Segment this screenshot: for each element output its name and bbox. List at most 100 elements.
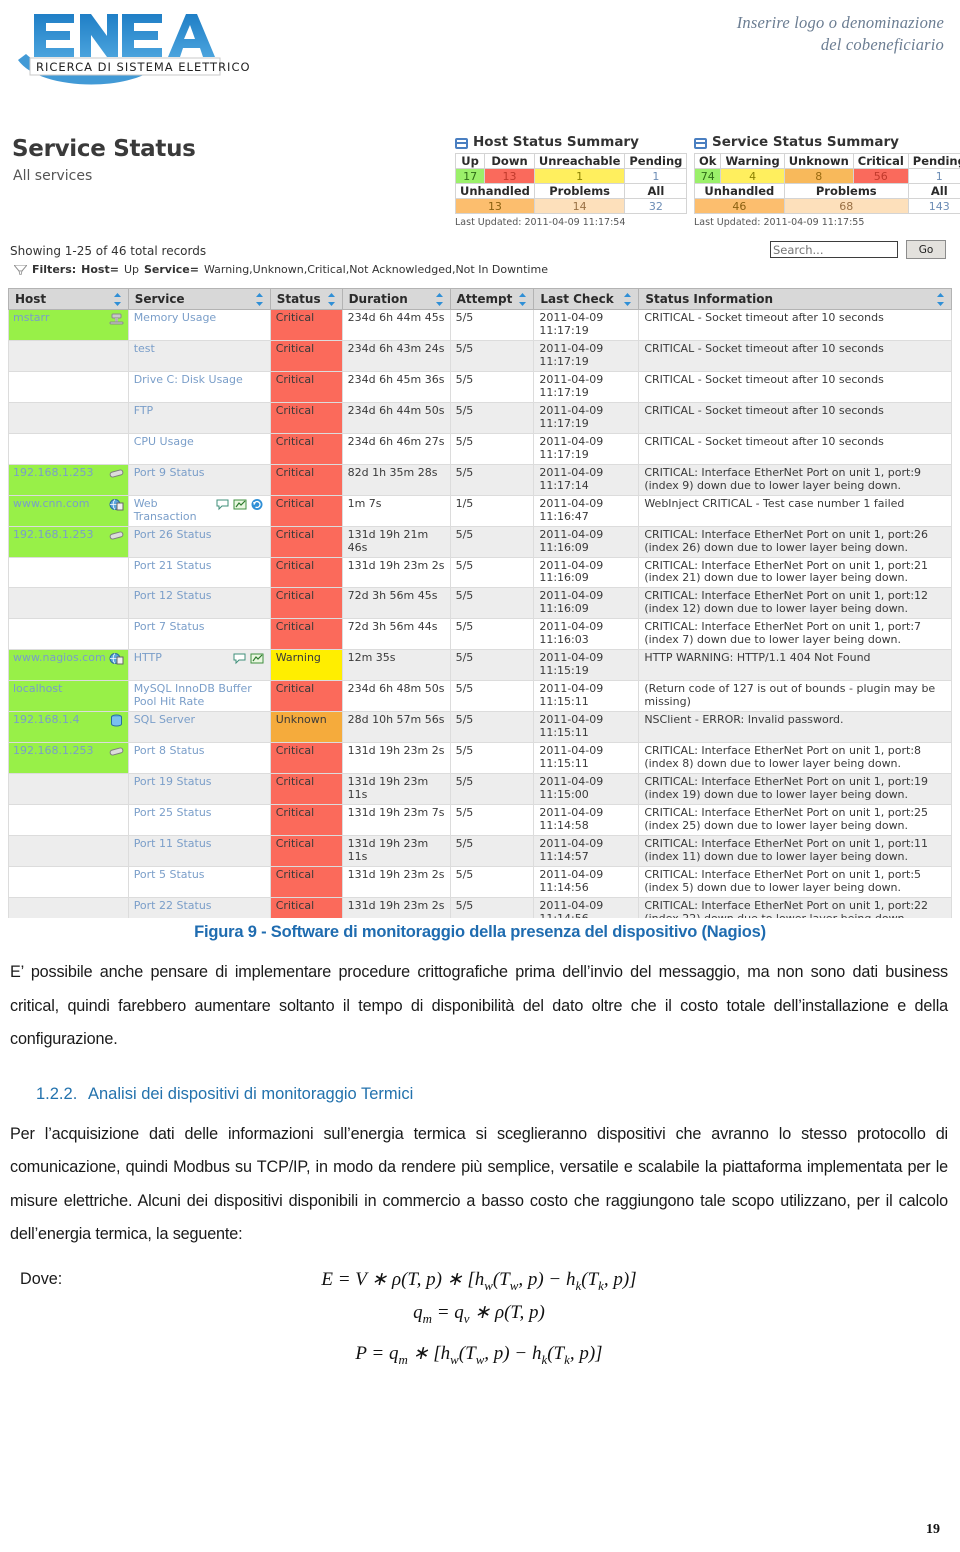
service-name-link[interactable]: Port 21 Status: [134, 559, 212, 573]
column-header-duration[interactable]: Duration: [341, 288, 451, 310]
host-name-link[interactable]: mstarr: [13, 311, 49, 325]
table-row[interactable]: www.nagios.com HTTP Warning 12m 35s 5/5 2011-…: [8, 649, 952, 682]
database-icon[interactable]: [109, 714, 124, 727]
cell-service[interactable]: HTTP: [127, 649, 271, 682]
column-header-host[interactable]: Host: [8, 288, 129, 310]
cell-service[interactable]: Port 21 Status: [127, 556, 271, 589]
host-summary-all-count[interactable]: 32: [624, 198, 688, 214]
table-row[interactable]: Drive C: Disk Usage Critical 234d 6h 45m 3…: [8, 370, 952, 403]
host-summary-down-count[interactable]: 13: [484, 168, 535, 184]
cell-service[interactable]: Port 12 Status: [127, 587, 271, 620]
sort-icon[interactable]: [255, 292, 264, 306]
column-header-status-information[interactable]: Status Information: [638, 288, 952, 310]
cell-service[interactable]: Port 5 Status: [127, 865, 271, 898]
table-row[interactable]: 192.168.1.253 Port 9 Status Critical 82d 1h…: [8, 463, 952, 496]
sort-icon[interactable]: [327, 292, 336, 306]
host-name-link[interactable]: 192.168.1.253: [13, 744, 93, 758]
switch-icon[interactable]: [109, 745, 124, 758]
chart-icon[interactable]: [233, 498, 248, 511]
cell-service[interactable]: test: [127, 339, 271, 372]
column-header-status[interactable]: Status: [269, 288, 343, 310]
host-name-link[interactable]: 192.168.1.253: [13, 466, 93, 480]
sort-icon[interactable]: [623, 292, 632, 306]
cell-service[interactable]: Web Transaction: [127, 494, 271, 527]
service-name-link[interactable]: Drive C: Disk Usage: [134, 373, 243, 387]
cell-service[interactable]: Port 26 Status: [127, 525, 271, 558]
table-row[interactable]: Port 19 Status Critical 131d 19h 23m 11s 5/…: [8, 773, 952, 805]
service-summary-ok-count[interactable]: 74: [693, 168, 722, 184]
cell-service[interactable]: Port 25 Status: [127, 804, 271, 836]
sort-icon[interactable]: [113, 292, 122, 306]
table-row[interactable]: Port 22 Status Critical 131d 19h 23m 2s 5/5…: [8, 896, 952, 918]
host-summary-up-count[interactable]: 17: [454, 168, 486, 184]
host-name-link[interactable]: www.nagios.com: [13, 651, 106, 665]
host-name-link[interactable]: 192.168.1.253: [13, 528, 93, 542]
table-row[interactable]: CPU Usage Critical 234d 6h 46m 27s 5/5 2011-…: [8, 432, 952, 465]
table-row[interactable]: mstarr Memory Usage Critical 234d 6h 44m 45…: [8, 309, 952, 341]
refresh-icon[interactable]: [250, 498, 265, 511]
cell-service[interactable]: Memory Usage: [127, 309, 271, 341]
host-summary-problems-count[interactable]: 14: [533, 198, 626, 214]
sort-icon[interactable]: [936, 292, 945, 306]
cell-service[interactable]: Port 11 Status: [127, 834, 271, 867]
cell-service[interactable]: Port 7 Status: [127, 618, 271, 651]
cell-host[interactable]: www.cnn.com: [8, 494, 129, 527]
service-name-link[interactable]: Port 26 Status: [134, 528, 212, 542]
cell-service[interactable]: MySQL InnoDB Buffer Pool Hit Rate: [127, 680, 271, 713]
service-summary-all-count[interactable]: 143: [907, 198, 960, 214]
sort-icon[interactable]: [518, 292, 527, 306]
service-summary-unhandled-count[interactable]: 46: [694, 198, 785, 214]
service-name-link[interactable]: Web Transaction: [134, 497, 212, 524]
table-row[interactable]: 192.168.1.4 SQL Server Unknown 28d 10h 57m …: [8, 711, 952, 744]
table-row[interactable]: test Critical 234d 6h 43m 24s 5/5 2011-04-09…: [8, 339, 952, 372]
service-name-link[interactable]: Port 11 Status: [134, 837, 212, 851]
table-row[interactable]: Port 5 Status Critical 131d 19h 23m 2s 5/5 2…: [8, 865, 952, 898]
globe-icon[interactable]: [109, 652, 124, 665]
cell-service[interactable]: SQL Server: [127, 711, 271, 744]
globe-icon[interactable]: [109, 498, 124, 511]
cell-host[interactable]: mstarr: [8, 309, 129, 341]
service-name-link[interactable]: Port 12 Status: [134, 589, 212, 603]
host-name-link[interactable]: localhost: [13, 682, 62, 696]
service-summary-critical-count[interactable]: 56: [852, 168, 909, 184]
host-summary-pending-count[interactable]: 1: [624, 168, 688, 184]
cell-service[interactable]: Port 19 Status: [127, 773, 271, 805]
service-name-link[interactable]: Port 5 Status: [134, 868, 205, 882]
table-row[interactable]: 192.168.1.253 Port 26 Status Critical 131d …: [8, 525, 952, 558]
cell-host[interactable]: www.nagios.com: [8, 649, 129, 682]
switch-icon[interactable]: [109, 467, 124, 480]
column-header-service[interactable]: Service: [127, 288, 271, 310]
service-name-link[interactable]: FTP: [134, 404, 154, 418]
table-row[interactable]: 192.168.1.253 Port 8 Status Critical 131d 1…: [8, 742, 952, 775]
cell-host[interactable]: 192.168.1.4: [8, 711, 129, 744]
host-summary-unreachable-count[interactable]: 1: [533, 168, 626, 184]
table-row[interactable]: localhost MySQL InnoDB Buffer Pool Hit Ra…: [8, 680, 952, 713]
table-row[interactable]: www.cnn.com Web Transaction Critical 1m 7s 1…: [8, 494, 952, 527]
service-name-link[interactable]: Port 8 Status: [134, 744, 205, 758]
service-name-link[interactable]: HTTP: [134, 651, 162, 665]
search-input[interactable]: [770, 241, 898, 258]
service-summary-pending-count[interactable]: 1: [907, 168, 960, 184]
switch-icon[interactable]: [109, 529, 124, 542]
table-row[interactable]: Port 12 Status Critical 72d 3h 56m 45s 5/5 2…: [8, 587, 952, 620]
comment-icon[interactable]: [216, 498, 231, 511]
service-name-link[interactable]: test: [134, 342, 155, 356]
cell-host[interactable]: 192.168.1.253: [8, 525, 129, 558]
service-name-link[interactable]: Port 22 Status: [134, 899, 212, 913]
cell-service[interactable]: FTP: [127, 401, 271, 434]
table-row[interactable]: Port 21 Status Critical 131d 19h 23m 2s 5/5…: [8, 556, 952, 589]
service-name-link[interactable]: Memory Usage: [134, 311, 217, 325]
service-name-link[interactable]: SQL Server: [134, 713, 195, 727]
cell-service[interactable]: CPU Usage: [127, 432, 271, 465]
cell-service[interactable]: Port 8 Status: [127, 742, 271, 775]
comment-icon[interactable]: [233, 652, 248, 665]
cell-service[interactable]: Drive C: Disk Usage: [127, 370, 271, 403]
service-summary-problems-count[interactable]: 68: [783, 198, 909, 214]
host-name-link[interactable]: www.cnn.com: [13, 497, 89, 511]
table-row[interactable]: Port 25 Status Critical 131d 19h 23m 7s 5/5…: [8, 804, 952, 836]
service-name-link[interactable]: Port 9 Status: [134, 466, 205, 480]
host-summary-unhandled-count[interactable]: 13: [455, 198, 535, 214]
search-go-button[interactable]: Go: [906, 240, 946, 259]
cell-host[interactable]: 192.168.1.253: [8, 463, 129, 496]
table-row[interactable]: Port 7 Status Critical 72d 3h 56m 44s 5/5 20…: [8, 618, 952, 651]
